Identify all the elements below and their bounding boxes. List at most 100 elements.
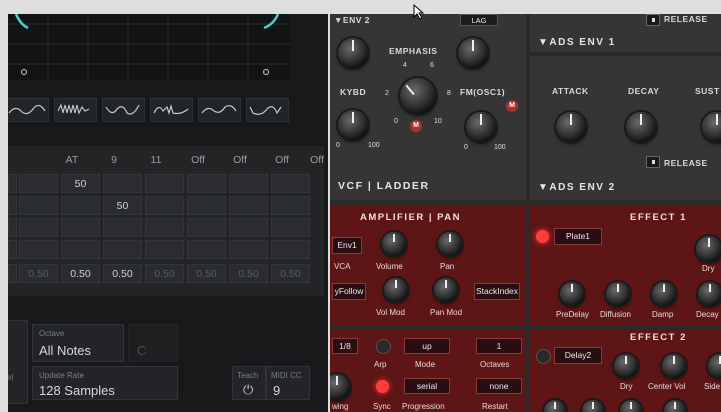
lfo-curve-graph[interactable] <box>8 14 290 80</box>
volmod-knob[interactable] <box>384 278 408 302</box>
seq-value-cell[interactable]: 0.50 <box>61 264 100 283</box>
seq-cell[interactable] <box>229 196 268 215</box>
seq-cell[interactable] <box>145 240 184 259</box>
fm-label: FM(OSC1) <box>460 87 506 97</box>
plate-display[interactable]: Plate1 <box>554 228 602 245</box>
seq-value-cell[interactable]: 0.50 <box>19 264 58 283</box>
seq-cell[interactable] <box>103 240 142 259</box>
seq-cell[interactable] <box>187 174 226 193</box>
effect1-led[interactable] <box>536 230 549 243</box>
amplifier-title: AMPLIFIER | PAN <box>360 212 461 223</box>
sync-led[interactable] <box>376 380 389 393</box>
triangle-down-icon: ▼ <box>334 15 343 25</box>
lag-display[interactable]: LAG <box>460 14 498 26</box>
decay-knob[interactable] <box>626 112 656 142</box>
seq-value-cell[interactable]: 0.50 <box>145 264 184 283</box>
release-toggle[interactable] <box>646 156 660 168</box>
wave-shape-button[interactable] <box>54 98 97 122</box>
seq-cell[interactable] <box>145 174 184 193</box>
note-select[interactable]: C <box>128 324 178 362</box>
seq-cell[interactable] <box>271 174 310 193</box>
seq-cell[interactable] <box>61 240 100 259</box>
seq-value-cell[interactable]: 0.50 <box>271 264 310 283</box>
seq-value-cell[interactable]: 0.50 <box>229 264 268 283</box>
seq-cell[interactable] <box>103 174 142 193</box>
env1-display[interactable]: Env1 <box>332 237 362 254</box>
env2-knob[interactable] <box>338 38 368 68</box>
seq-cell[interactable] <box>19 218 58 237</box>
midi-cc-field[interactable]: MIDI CC 9 <box>266 366 310 400</box>
seq-cell[interactable] <box>229 174 268 193</box>
kybd-knob[interactable] <box>338 110 368 140</box>
arp-rate-display[interactable]: 1/8 <box>332 338 358 354</box>
seq-cell[interactable] <box>271 240 310 259</box>
predelay-knob[interactable] <box>560 282 584 306</box>
dry-knob[interactable] <box>696 236 721 262</box>
emphasis-knob[interactable] <box>400 78 436 114</box>
seq-cell[interactable] <box>229 240 268 259</box>
volume-knob[interactable] <box>382 232 406 256</box>
seq-cell[interactable] <box>61 196 100 215</box>
damp-knob[interactable] <box>652 282 676 306</box>
tick-label: 2 <box>385 90 389 97</box>
seq-cell[interactable] <box>271 218 310 237</box>
restart-display[interactable]: none <box>476 378 522 394</box>
keyfollow-display[interactable]: yFollow <box>332 283 366 300</box>
stackindex-display[interactable]: StackIndex <box>474 283 520 300</box>
seq-cell[interactable] <box>8 218 17 237</box>
curve-point-start[interactable] <box>21 69 27 75</box>
seq-cell[interactable] <box>145 218 184 237</box>
mode-display[interactable]: up <box>404 338 450 354</box>
diffusion-label: Diffusion <box>600 310 631 319</box>
seq-cell[interactable]: 50 <box>61 174 100 193</box>
octave-select[interactable]: Octave All Notes <box>32 324 124 362</box>
dry2-knob[interactable] <box>614 354 638 378</box>
wave-shape-button[interactable] <box>198 98 241 122</box>
diffusion-knob[interactable] <box>606 282 630 306</box>
curve-point-end[interactable] <box>263 69 269 75</box>
seq-cell[interactable] <box>8 174 17 193</box>
panmod-knob[interactable] <box>434 278 458 302</box>
seq-cell[interactable] <box>229 218 268 237</box>
seq-cell[interactable] <box>8 240 17 259</box>
seq-cell[interactable] <box>19 196 58 215</box>
seq-cell[interactable] <box>187 218 226 237</box>
effect2-title: EFFECT 2 <box>630 332 687 343</box>
seq-cell[interactable] <box>103 218 142 237</box>
wave-shape-button[interactable] <box>102 98 145 122</box>
lag-knob[interactable] <box>458 38 488 68</box>
seq-cell[interactable] <box>19 174 58 193</box>
decay-fx-knob[interactable] <box>698 282 721 306</box>
release-toggle[interactable] <box>646 14 660 26</box>
progression-display[interactable]: serial <box>404 378 450 394</box>
teach-button[interactable]: Teach ⏻ <box>232 366 266 400</box>
seq-cell[interactable] <box>19 240 58 259</box>
seq-value-cell[interactable] <box>8 264 17 283</box>
delay-display[interactable]: Delay2 <box>554 347 602 364</box>
update-rate-select[interactable]: Update Rate 128 Samples <box>32 366 178 400</box>
seq-value-cell[interactable]: 0.50 <box>103 264 142 283</box>
pan-knob[interactable] <box>438 232 462 256</box>
seq-cell[interactable] <box>187 240 226 259</box>
seq-cell[interactable]: 50 <box>103 196 142 215</box>
wave-shape-button[interactable] <box>150 98 193 122</box>
wave-shape-button[interactable] <box>246 98 289 122</box>
tick-label: 100 <box>368 142 380 149</box>
volmod-label: Vol Mod <box>376 308 405 317</box>
attack-knob[interactable] <box>556 112 586 142</box>
seq-cell[interactable] <box>271 196 310 215</box>
effect2-led[interactable] <box>536 349 551 364</box>
fm-knob[interactable] <box>466 112 496 142</box>
seq-cell[interactable] <box>187 196 226 215</box>
seq-cell[interactable] <box>8 196 17 215</box>
octaves-display[interactable]: 1 <box>476 338 522 354</box>
tick-label: 10 <box>434 118 442 125</box>
seq-cell[interactable] <box>145 196 184 215</box>
wave-shape-button[interactable] <box>8 98 49 122</box>
seq-value-cell[interactable]: 0.50 <box>187 264 226 283</box>
mod-badge-icon[interactable]: M <box>410 120 422 132</box>
seq-cell[interactable] <box>61 218 100 237</box>
centervol-knob[interactable] <box>662 354 686 378</box>
arp-led[interactable] <box>376 339 391 354</box>
mod-badge-icon[interactable]: M <box>506 100 518 112</box>
